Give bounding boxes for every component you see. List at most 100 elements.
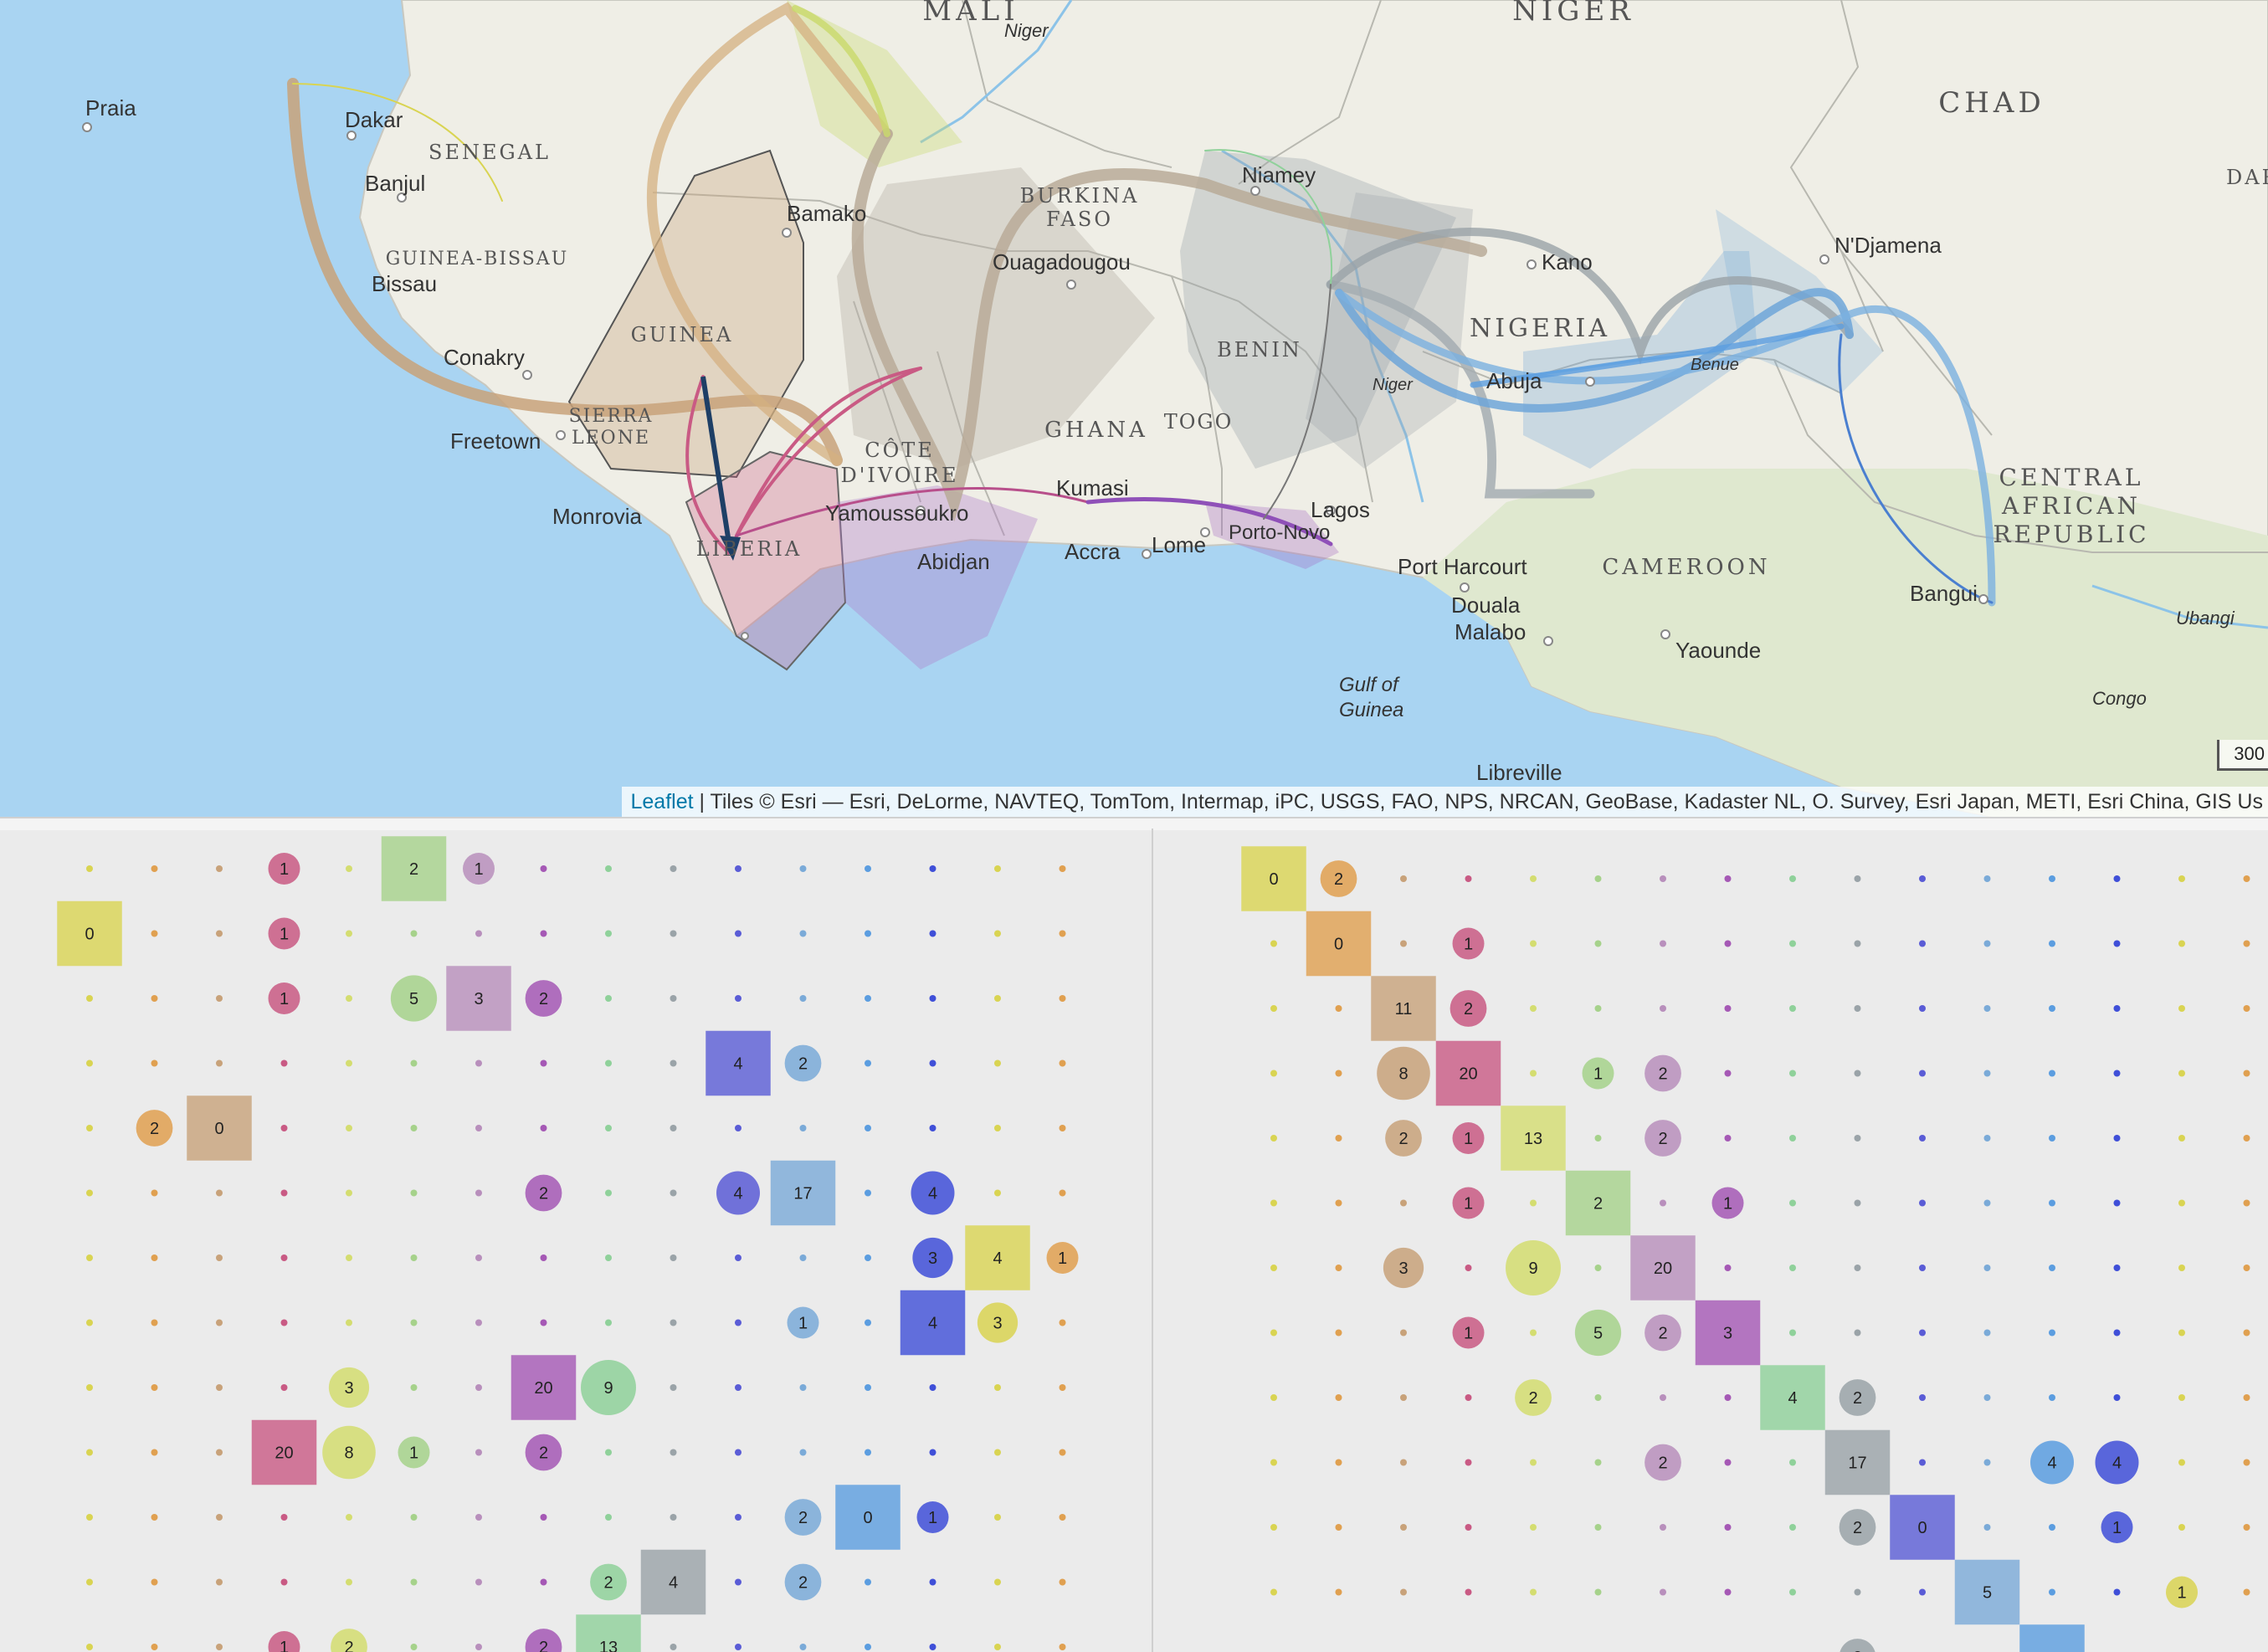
matrix-empty-dot (2243, 1070, 2250, 1077)
matrix-empty-dot (346, 1254, 352, 1261)
city-label: Abuja (1486, 368, 1542, 393)
matrix-empty-dot (2113, 1329, 2121, 1336)
matrix-empty-dot (1059, 1514, 1066, 1521)
matrix-empty-dot (151, 930, 158, 937)
city-label: Abidjan (917, 549, 990, 574)
matrix-empty-dot (1594, 875, 1602, 882)
matrix-empty-dot (1335, 1394, 1342, 1401)
matrix-cell-value: 17 (793, 1185, 812, 1203)
map-canvas[interactable]: MALI NIGER CHAD SENEGAL GUINEA-BISSAU GU… (0, 0, 2268, 817)
matrix-cell-value: 0 (1334, 936, 1343, 954)
matrix-empty-dot (86, 1578, 93, 1586)
matrix-empty-dot (475, 1254, 482, 1261)
matrix-empty-dot (1724, 1524, 1732, 1531)
matrix-empty-dot (1530, 1329, 1537, 1336)
matrix-empty-dot (410, 930, 418, 937)
matrix-empty-dot (1270, 940, 1277, 947)
matrix-empty-dot (475, 1644, 482, 1650)
matrix-empty-dot (1919, 1005, 1926, 1012)
country-label: BENIN (1217, 338, 1302, 362)
matrix-empty-dot (1270, 1265, 1277, 1271)
matrix-empty-dot (1854, 1070, 1861, 1077)
matrix-empty-dot (735, 1644, 741, 1650)
matrix-empty-dot (1919, 1070, 1926, 1077)
matrix-empty-dot (670, 1254, 677, 1261)
matrix-empty-dot (280, 1059, 288, 1067)
map-view[interactable]: MALI NIGER CHAD SENEGAL GUINEA-BISSAU GU… (0, 0, 2268, 817)
matrix-empty-dot (1270, 1394, 1277, 1401)
matrix-empty-dot (994, 1514, 1001, 1521)
matrix-empty-dot (1919, 1394, 1926, 1401)
matrix-empty-dot (1789, 1070, 1796, 1077)
matrix-diagonal-cell[interactable] (2019, 1624, 2085, 1652)
matrix-cell-value: 2 (409, 860, 418, 879)
matrix-empty-dot (410, 1254, 418, 1261)
matrix-empty-dot (994, 1125, 1001, 1131)
matrix-empty-dot (735, 865, 741, 872)
matrix-empty-dot (280, 1514, 288, 1521)
country-label: DAR (2226, 166, 2268, 189)
water-label: Ubangi (2176, 608, 2235, 628)
matrix-empty-dot (994, 930, 1001, 937)
matrix-empty-dot (1724, 1005, 1732, 1012)
matrix-empty-dot (735, 995, 741, 1002)
matrix-empty-dot (280, 1319, 288, 1326)
matrix-empty-dot (1854, 1135, 1861, 1142)
matrix-empty-dot (1724, 1459, 1732, 1466)
matrix-cell-value: 2 (539, 1444, 548, 1463)
matrix-empty-dot (1594, 1459, 1602, 1466)
matrix-empty-dot (865, 1254, 871, 1261)
matrix-cell-value: 1 (280, 990, 289, 1008)
matrix-empty-dot (2243, 1329, 2250, 1336)
matrix-cell-value: 9 (603, 1379, 613, 1398)
matrix-empty-dot (346, 930, 352, 937)
matrix-empty-dot (735, 1319, 741, 1326)
matrix-empty-dot (1530, 875, 1537, 882)
water-label: Niger (1373, 376, 1414, 394)
matrix-cell-value: 1 (928, 1509, 937, 1527)
matrix-empty-dot (1919, 940, 1926, 947)
water-label: Benue (1691, 356, 1739, 374)
matrix-cell-value: 13 (1524, 1130, 1542, 1148)
matrix-empty-dot (2113, 875, 2121, 882)
matrix-empty-dot (2049, 940, 2055, 947)
matrix-empty-dot (1400, 940, 1407, 947)
matrix-empty-dot (475, 1059, 482, 1067)
matrix-cell-value: 3 (993, 1315, 1002, 1333)
matrix-empty-dot (1059, 1319, 1066, 1326)
matrix-cell-value: 4 (733, 1185, 742, 1203)
matrix-empty-dot (280, 1189, 288, 1197)
matrix-empty-dot (280, 1578, 288, 1586)
matrix-empty-dot (994, 1189, 1001, 1197)
matrix-empty-dot (2178, 1459, 2185, 1466)
matrix-empty-dot (2243, 1199, 2250, 1207)
matrix-empty-dot (1919, 1135, 1926, 1142)
matrix-cell-value: 2 (1658, 1325, 1667, 1343)
matrix-empty-dot (1465, 875, 1472, 882)
attribution-text: | Tiles © Esri — Esri, DeLorme, NAVTEQ, … (693, 790, 2263, 813)
matrix-empty-dot (865, 1125, 871, 1131)
matrix-empty-dot (1983, 1394, 1991, 1401)
matrix-empty-dot (2049, 875, 2055, 882)
matrix-empty-dot (929, 1644, 936, 1650)
matrix-cell-value: 1 (409, 1444, 418, 1463)
city-label: Niamey (1242, 162, 1316, 187)
city-label: N'Djamena (1834, 233, 1942, 258)
matrix-cell-value: 1 (1464, 1130, 1473, 1148)
matrix-empty-dot (1724, 1265, 1732, 1271)
matrix-empty-dot (735, 1514, 741, 1521)
matrix-right-canvas: 0 20 111 28 20 1 22 1 13 21 2 13 9 201 5 2 32 4 22 17 4 42 0 15… (1241, 846, 2250, 1652)
matrix-empty-dot (540, 1254, 547, 1261)
matrix-empty-dot (410, 1125, 418, 1131)
matrix-empty-dot (1789, 875, 1796, 882)
matrix-empty-dot (151, 1189, 158, 1197)
matrix-empty-dot (1530, 1070, 1537, 1077)
leaflet-link[interactable]: Leaflet (630, 790, 693, 813)
matrix-empty-dot (1660, 940, 1666, 947)
matrix-empty-dot (2049, 1329, 2055, 1336)
city-label: Monrovia (552, 504, 642, 529)
matrix-empty-dot (2243, 1524, 2250, 1531)
matrix-cell-value: 2 (1853, 1519, 1862, 1537)
matrix-empty-dot (2243, 1265, 2250, 1271)
city-label: Douala (1451, 593, 1521, 618)
